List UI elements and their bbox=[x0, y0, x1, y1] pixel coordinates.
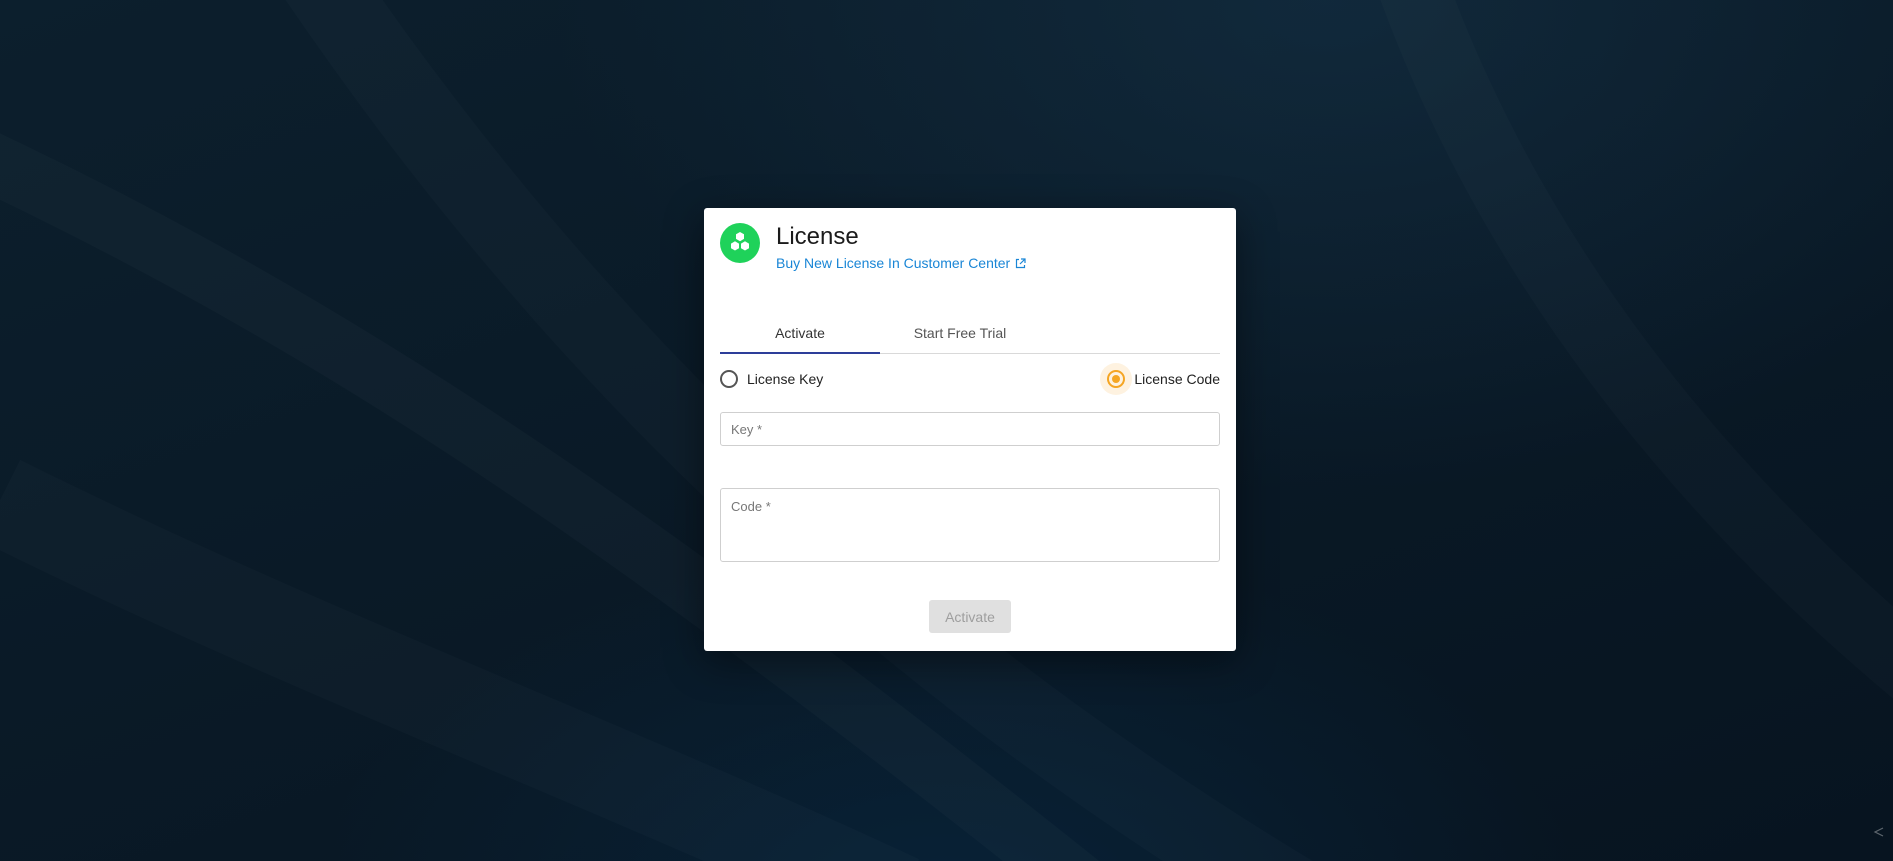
hexagon-cluster-icon bbox=[720, 223, 760, 263]
license-tabs: Activate Start Free Trial bbox=[720, 313, 1220, 354]
external-link-icon bbox=[1015, 257, 1026, 269]
radio-checked-icon[interactable] bbox=[1100, 363, 1133, 395]
key-input-label: Key * bbox=[731, 422, 763, 437]
code-textarea-label: Code * bbox=[731, 499, 771, 514]
buy-license-link[interactable]: Buy New License In Customer Center bbox=[776, 255, 1026, 271]
radio-license-code[interactable]: License Code bbox=[1100, 363, 1220, 395]
activate-button[interactable]: Activate bbox=[929, 600, 1011, 633]
tab-activate[interactable]: Activate bbox=[720, 313, 880, 354]
tab-start-free-trial[interactable]: Start Free Trial bbox=[880, 313, 1040, 353]
radio-unchecked-icon[interactable] bbox=[720, 370, 738, 388]
license-dialog: License Buy New License In Customer Cent… bbox=[704, 208, 1236, 651]
resize-corner-icon bbox=[1873, 825, 1885, 843]
radio-license-key[interactable]: License Key bbox=[720, 370, 823, 388]
code-textarea[interactable]: Code * bbox=[720, 488, 1220, 562]
dialog-title: License bbox=[776, 223, 859, 250]
license-type-radio-group: License Key License Code bbox=[720, 363, 1220, 395]
dialog-header: License Buy New License In Customer Cent… bbox=[720, 223, 1026, 271]
radio-license-key-label: License Key bbox=[747, 371, 824, 387]
radio-license-code-label: License Code bbox=[1134, 371, 1220, 387]
buy-license-link-label: Buy New License In Customer Center bbox=[776, 255, 1011, 271]
key-input[interactable]: Key * bbox=[720, 412, 1220, 446]
